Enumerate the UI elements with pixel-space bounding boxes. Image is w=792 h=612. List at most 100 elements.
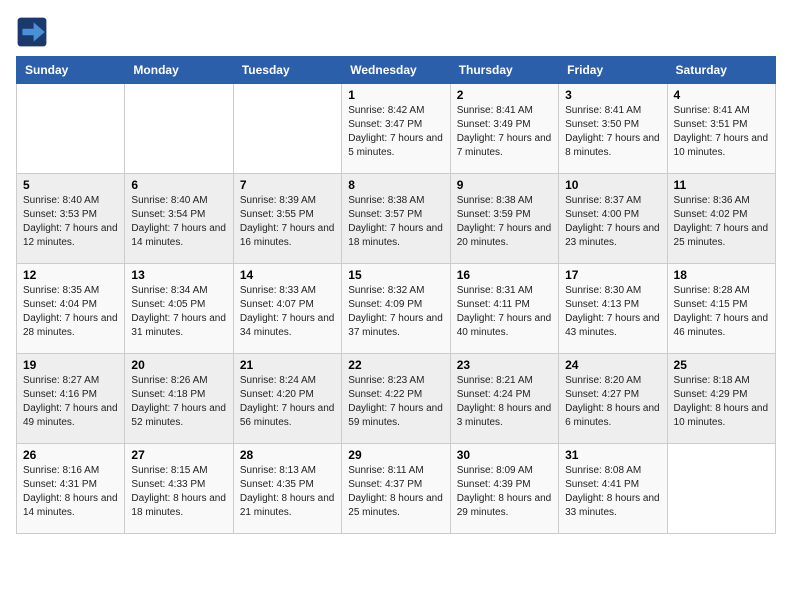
header-row: SundayMondayTuesdayWednesdayThursdayFrid… (17, 57, 776, 84)
day-number: 28 (240, 448, 335, 462)
day-cell: 30 Sunrise: 8:09 AMSunset: 4:39 PMDayligh… (450, 444, 558, 534)
day-cell (125, 84, 233, 174)
col-header-wednesday: Wednesday (342, 57, 450, 84)
day-detail: Sunrise: 8:40 AMSunset: 3:54 PMDaylight:… (131, 194, 226, 250)
day-detail: Sunrise: 8:40 AMSunset: 3:53 PMDaylight:… (23, 194, 118, 250)
day-number: 26 (23, 448, 118, 462)
day-detail: Sunrise: 8:32 AMSunset: 4:09 PMDaylight:… (348, 284, 443, 340)
day-number: 9 (457, 178, 552, 192)
day-cell: 26Sunrise: 8:16 AMSunset: 4:31 PMDayligh… (17, 444, 125, 534)
col-header-sunday: Sunday (17, 57, 125, 84)
day-cell: 11 Sunrise: 8:36 AMSunset: 4:02 PMDayligh… (667, 174, 775, 264)
day-cell: 28 Sunrise: 8:13 AMSunset: 4:35 PMDayligh… (233, 444, 341, 534)
calendar-table: SundayMondayTuesdayWednesdayThursdayFrid… (16, 56, 776, 534)
day-cell: 18Sunrise: 8:28 AMSunset: 4:15 PMDayligh… (667, 264, 775, 354)
day-cell: 2 Sunrise: 8:41 AMSunset: 3:49 PMDaylight… (450, 84, 558, 174)
day-number: 23 (457, 358, 552, 372)
day-detail: Sunrise: 8:23 AMSunset: 4:22 PMDaylight:… (348, 374, 443, 430)
day-detail: Sunrise: 8:41 AMSunset: 3:50 PMDaylight:… (565, 104, 660, 160)
day-number: 5 (23, 178, 118, 192)
day-detail: Sunrise: 8:34 AMSunset: 4:05 PMDaylight:… (131, 284, 226, 340)
day-number: 21 (240, 358, 335, 372)
day-number: 11 (674, 178, 769, 192)
day-detail: Sunrise: 8:41 AMSunset: 3:49 PMDaylight:… (457, 104, 552, 160)
day-number: 29 (348, 448, 443, 462)
day-detail: Sunrise: 8:36 AMSunset: 4:02 PMDaylight:… (674, 194, 769, 250)
day-detail: Sunrise: 8:38 AMSunset: 3:57 PMDaylight:… (348, 194, 443, 250)
day-detail: Sunrise: 8:18 AMSunset: 4:29 PMDaylight:… (674, 374, 769, 430)
day-cell: 14 Sunrise: 8:33 AMSunset: 4:07 PMDayligh… (233, 264, 341, 354)
day-detail: Sunrise: 8:33 AMSunset: 4:07 PMDaylight:… (240, 284, 335, 340)
day-number: 2 (457, 88, 552, 102)
day-cell: 10 Sunrise: 8:37 AMSunset: 4:00 PMDayligh… (559, 174, 667, 264)
day-cell: 8Sunrise: 8:38 AMSunset: 3:57 PMDaylight… (342, 174, 450, 264)
day-cell: 24 Sunrise: 8:20 AMSunset: 4:27 PMDayligh… (559, 354, 667, 444)
day-number: 16 (457, 268, 552, 282)
day-detail: Sunrise: 8:35 AMSunset: 4:04 PMDaylight:… (23, 284, 118, 340)
col-header-monday: Monday (125, 57, 233, 84)
day-detail: Sunrise: 8:38 AMSunset: 3:59 PMDaylight:… (457, 194, 552, 250)
day-cell: 6Sunrise: 8:40 AMSunset: 3:54 PMDaylight… (125, 174, 233, 264)
day-detail: Sunrise: 8:42 AMSunset: 3:47 PMDaylight:… (348, 104, 443, 160)
day-number: 22 (348, 358, 443, 372)
day-number: 27 (131, 448, 226, 462)
day-detail: Sunrise: 8:30 AMSunset: 4:13 PMDaylight:… (565, 284, 660, 340)
day-detail: Sunrise: 8:27 AMSunset: 4:16 PMDaylight:… (23, 374, 118, 430)
day-cell: 4 Sunrise: 8:41 AMSunset: 3:51 PMDaylight… (667, 84, 775, 174)
day-detail: Sunrise: 8:20 AMSunset: 4:27 PMDaylight:… (565, 374, 660, 430)
day-cell: 31Sunrise: 8:08 AMSunset: 4:41 PMDayligh… (559, 444, 667, 534)
day-cell: 13 Sunrise: 8:34 AMSunset: 4:05 PMDayligh… (125, 264, 233, 354)
day-detail: Sunrise: 8:31 AMSunset: 4:11 PMDaylight:… (457, 284, 552, 340)
day-number: 7 (240, 178, 335, 192)
day-number: 25 (674, 358, 769, 372)
day-cell: 22 Sunrise: 8:23 AMSunset: 4:22 PMDayligh… (342, 354, 450, 444)
day-cell: 17 Sunrise: 8:30 AMSunset: 4:13 PMDayligh… (559, 264, 667, 354)
col-header-friday: Friday (559, 57, 667, 84)
day-cell: 16 Sunrise: 8:31 AMSunset: 4:11 PMDayligh… (450, 264, 558, 354)
day-detail: Sunrise: 8:13 AMSunset: 4:35 PMDaylight:… (240, 464, 335, 520)
day-detail: Sunrise: 8:15 AMSunset: 4:33 PMDaylight:… (131, 464, 226, 520)
day-cell: 19 Sunrise: 8:27 AMSunset: 4:16 PMDayligh… (17, 354, 125, 444)
day-number: 13 (131, 268, 226, 282)
day-cell: 20 Sunrise: 8:26 AMSunset: 4:18 PMDayligh… (125, 354, 233, 444)
day-number: 12 (23, 268, 118, 282)
day-cell: 12 Sunrise: 8:35 AMSunset: 4:04 PMDayligh… (17, 264, 125, 354)
header (16, 16, 776, 48)
day-detail: Sunrise: 8:28 AMSunset: 4:15 PMDaylight:… (674, 284, 769, 340)
day-cell: 5 Sunrise: 8:40 AMSunset: 3:53 PMDaylight… (17, 174, 125, 264)
day-detail: Sunrise: 8:09 AMSunset: 4:39 PMDaylight:… (457, 464, 552, 520)
day-number: 20 (131, 358, 226, 372)
day-cell: 21Sunrise: 8:24 AMSunset: 4:20 PMDayligh… (233, 354, 341, 444)
day-cell: 3 Sunrise: 8:41 AMSunset: 3:50 PMDaylight… (559, 84, 667, 174)
day-cell: 23 Sunrise: 8:21 AMSunset: 4:24 PMDayligh… (450, 354, 558, 444)
week-row: 1 Sunrise: 8:42 AMSunset: 3:47 PMDaylight… (17, 84, 776, 174)
logo (16, 16, 52, 48)
week-row: 19 Sunrise: 8:27 AMSunset: 4:16 PMDayligh… (17, 354, 776, 444)
day-number: 1 (348, 88, 443, 102)
day-number: 30 (457, 448, 552, 462)
week-row: 5 Sunrise: 8:40 AMSunset: 3:53 PMDaylight… (17, 174, 776, 264)
day-cell: 27 Sunrise: 8:15 AMSunset: 4:33 PMDayligh… (125, 444, 233, 534)
day-number: 3 (565, 88, 660, 102)
day-number: 10 (565, 178, 660, 192)
day-cell: 29Sunrise: 8:11 AMSunset: 4:37 PMDayligh… (342, 444, 450, 534)
day-number: 4 (674, 88, 769, 102)
day-cell: 1 Sunrise: 8:42 AMSunset: 3:47 PMDaylight… (342, 84, 450, 174)
day-cell: 15 Sunrise: 8:32 AMSunset: 4:09 PMDayligh… (342, 264, 450, 354)
day-number: 17 (565, 268, 660, 282)
day-cell (233, 84, 341, 174)
day-detail: Sunrise: 8:39 AMSunset: 3:55 PMDaylight:… (240, 194, 335, 250)
day-detail: Sunrise: 8:21 AMSunset: 4:24 PMDaylight:… (457, 374, 552, 430)
day-detail: Sunrise: 8:41 AMSunset: 3:51 PMDaylight:… (674, 104, 769, 160)
day-number: 15 (348, 268, 443, 282)
logo-icon (16, 16, 48, 48)
day-number: 31 (565, 448, 660, 462)
day-detail: Sunrise: 8:26 AMSunset: 4:18 PMDaylight:… (131, 374, 226, 430)
day-number: 19 (23, 358, 118, 372)
col-header-tuesday: Tuesday (233, 57, 341, 84)
col-header-saturday: Saturday (667, 57, 775, 84)
week-row: 26Sunrise: 8:16 AMSunset: 4:31 PMDayligh… (17, 444, 776, 534)
day-detail: Sunrise: 8:37 AMSunset: 4:00 PMDaylight:… (565, 194, 660, 250)
day-number: 24 (565, 358, 660, 372)
day-number: 14 (240, 268, 335, 282)
